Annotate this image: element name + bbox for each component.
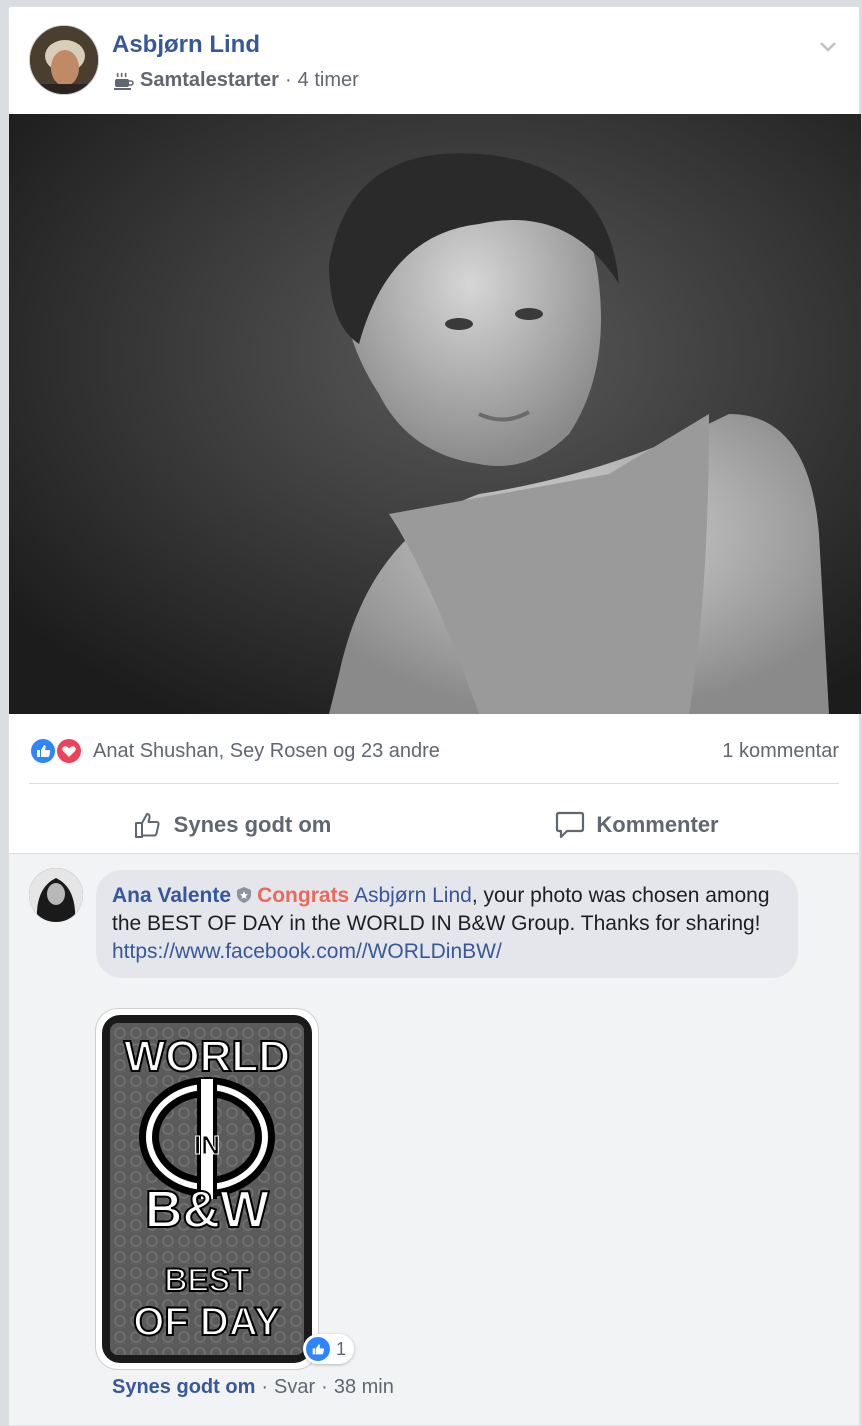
post-author-name[interactable]: Asbjørn Lind	[112, 31, 260, 59]
sticker-graphic: WORLD IN B&W BEST OF DAY	[102, 1015, 312, 1363]
thumbs-up-icon	[134, 813, 160, 838]
like-button[interactable]: Synes godt om	[29, 797, 434, 853]
shield-icon	[237, 887, 252, 903]
chevron-down-icon[interactable]	[817, 35, 839, 57]
sticker-line3: B&W	[145, 1181, 270, 1239]
comment-author[interactable]: Ana Valente	[112, 884, 231, 907]
comment-button[interactable]: Kommenter	[434, 797, 839, 853]
meta-separator: ·	[284, 69, 292, 91]
post-meta: Samtalestarter · 4 timer	[112, 69, 359, 92]
comments-count[interactable]: 1 kommentar	[722, 740, 839, 763]
comment-reaction-count[interactable]: 1	[303, 1334, 355, 1364]
reactions-left[interactable]: Anat Shushan, Sey Rosen og 23 andre	[29, 737, 440, 765]
reactions-text[interactable]: Anat Shushan, Sey Rosen og 23 andre	[93, 740, 440, 763]
post-header: Asbjørn Lind Samtalestarter · 4 timer	[29, 25, 839, 101]
sticker-line4: BEST	[164, 1262, 250, 1298]
post-card: Asbjørn Lind Samtalestarter · 4 timer An…	[8, 6, 861, 1426]
footer-dot: ·	[261, 1376, 269, 1398]
comment-bubble: Ana Valente Congrats Asbjørn Lind, your p…	[96, 870, 798, 978]
sticker-line1: WORLD	[124, 1032, 290, 1081]
sticker-line2: IN	[194, 1130, 220, 1160]
sticker-line5: OF DAY	[133, 1300, 281, 1344]
comment-icon	[556, 811, 585, 839]
comment-congrats: Congrats	[257, 884, 350, 907]
author-avatar[interactable]	[29, 25, 99, 95]
footer-dot: ·	[321, 1376, 328, 1398]
post-actions: Synes godt om Kommenter	[29, 797, 839, 853]
like-reaction-icon	[306, 1337, 330, 1361]
reaction-icons	[29, 737, 85, 765]
commenter-avatar[interactable]	[29, 868, 83, 922]
comment-like-link[interactable]: Synes godt om	[112, 1376, 255, 1399]
world-in-bw-sticker[interactable]: WORLD IN B&W BEST OF DAY	[96, 1009, 318, 1369]
comment-timestamp[interactable]: 38 min	[334, 1376, 394, 1399]
comment-reaction-number: 1	[336, 1338, 347, 1359]
comments-section: Ana Valente Congrats Asbjørn Lind, your p…	[9, 853, 859, 1425]
like-button-label: Synes godt om	[173, 812, 332, 837]
post-photo[interactable]	[9, 114, 861, 714]
comment-link[interactable]: https://www.facebook.com//WORLDinBW/	[112, 938, 782, 966]
comment-mention[interactable]: Asbjørn Lind	[354, 884, 472, 907]
comment-button-label: Kommenter	[596, 812, 719, 837]
divider	[29, 783, 839, 784]
comment-footer: Synes godt om · Svar · 38 min	[112, 1376, 394, 1399]
love-reaction-icon	[55, 737, 83, 765]
reactions-summary: Anat Shushan, Sey Rosen og 23 andre 1 ko…	[29, 731, 839, 771]
post-timestamp[interactable]: 4 timer	[298, 69, 359, 92]
like-reaction-icon	[29, 737, 57, 765]
coffee-cup-icon	[114, 72, 134, 90]
conversation-starter-badge[interactable]: Samtalestarter	[140, 69, 279, 92]
comment-reply-link[interactable]: Svar	[274, 1376, 315, 1399]
